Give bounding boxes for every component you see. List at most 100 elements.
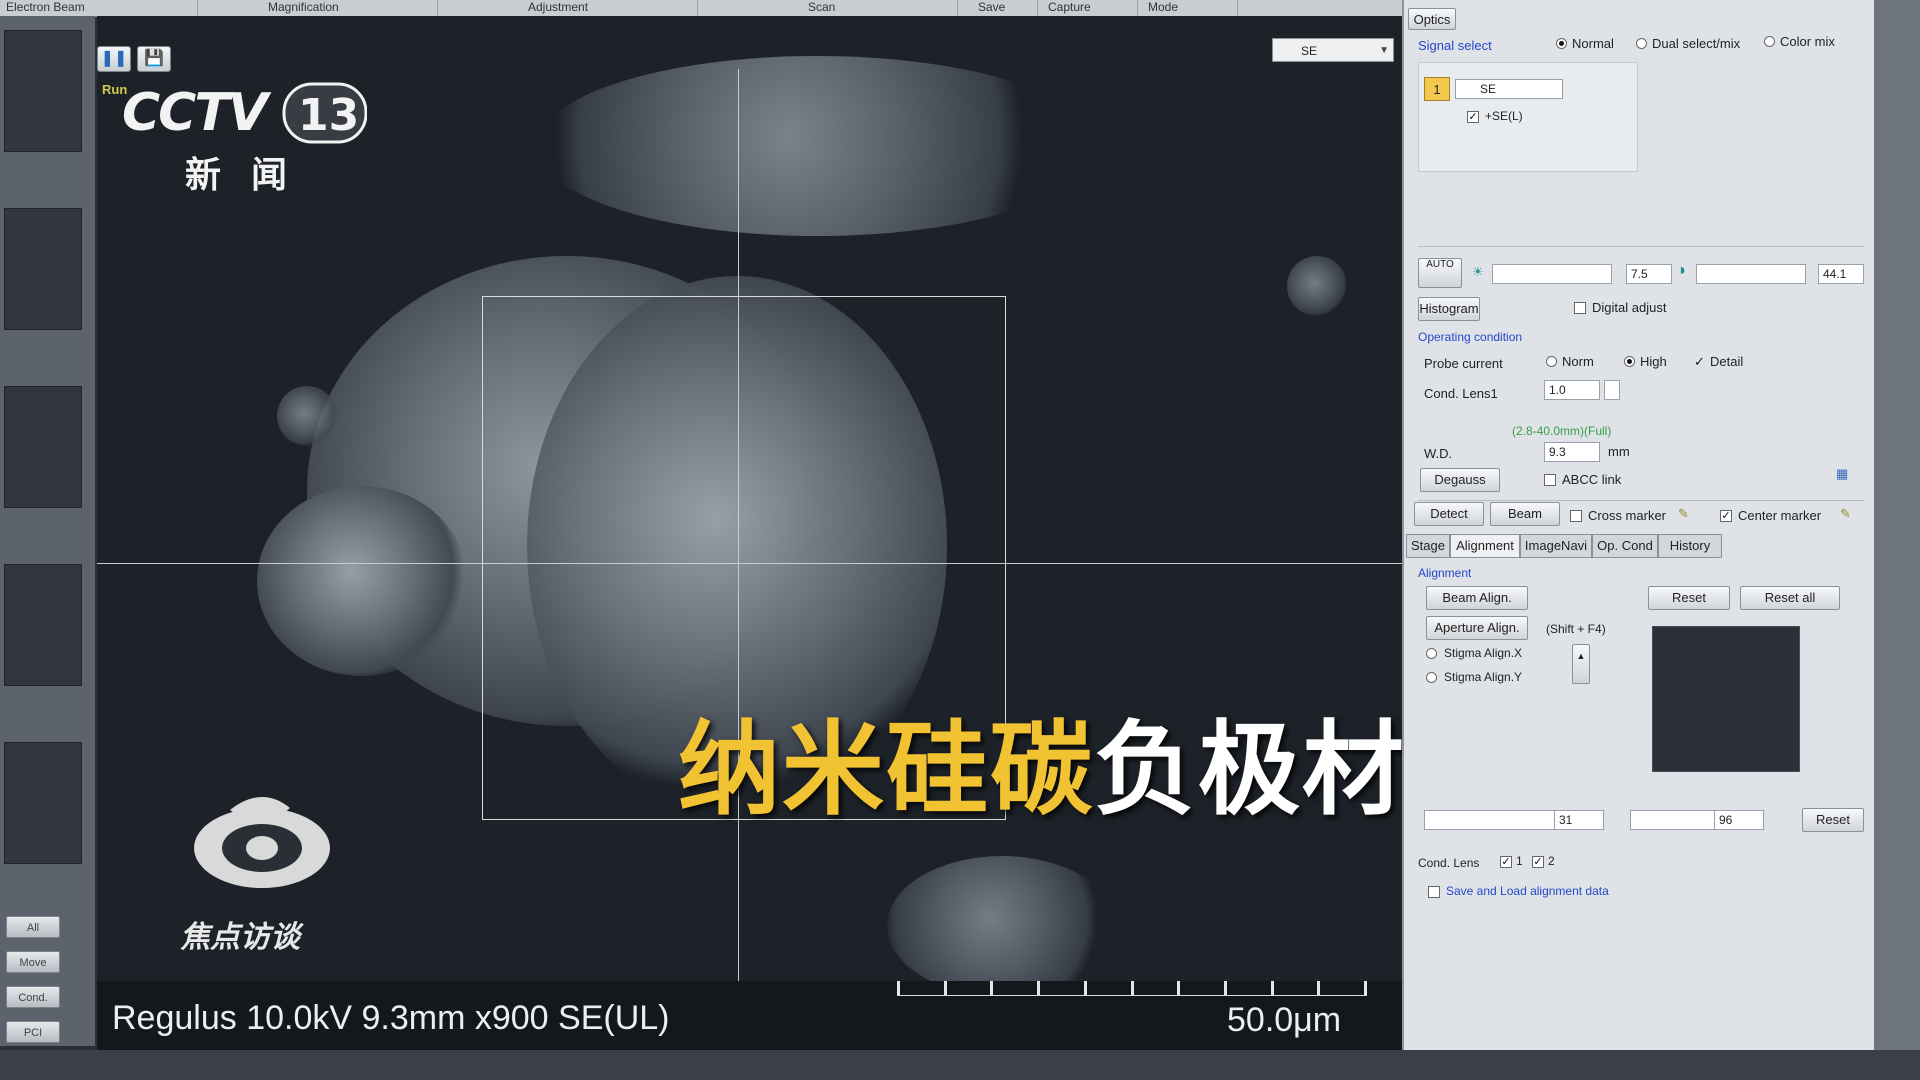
tab-op-cond[interactable]: Op. Cond bbox=[1592, 534, 1658, 558]
tab-optics[interactable]: Optics bbox=[1408, 8, 1456, 30]
histogram-button[interactable]: Histogram bbox=[1418, 297, 1480, 321]
probe-norm-radio[interactable] bbox=[1546, 356, 1557, 367]
menu-electron-beam[interactable]: Electron Beam bbox=[0, 0, 198, 16]
channel-detector-value: SE bbox=[1480, 82, 1497, 96]
stigma-y-label: Stigma Align.Y bbox=[1444, 670, 1523, 684]
probe-current-label: Probe current bbox=[1424, 356, 1503, 371]
cond-lens1-label: Cond. Lens1 bbox=[1424, 386, 1498, 401]
left-thumbnail-strip: All Move Cond. PCI bbox=[0, 16, 95, 1046]
cond-lens-1-checkbox[interactable]: ✓ bbox=[1500, 856, 1512, 868]
pencil-icon[interactable]: ✎ bbox=[1840, 506, 1851, 522]
all-button[interactable]: All bbox=[6, 916, 60, 938]
pause-button[interactable]: ❚❚ bbox=[97, 46, 131, 72]
auto-button[interactable]: AUTO bbox=[1418, 258, 1462, 288]
stigma-x-label: Stigma Align.X bbox=[1444, 646, 1523, 660]
alignment-preview[interactable] bbox=[1652, 626, 1800, 772]
status-strip bbox=[0, 1050, 1920, 1080]
cross-marker-label: Cross marker bbox=[1588, 508, 1667, 523]
menu-save[interactable]: Save bbox=[958, 0, 1038, 16]
scale-tick bbox=[1223, 981, 1227, 995]
cond-lens1-select[interactable]: 1.0 bbox=[1544, 380, 1600, 400]
save-image-button[interactable]: 💾 bbox=[137, 46, 171, 72]
brightness-value[interactable]: 44.1 bbox=[1818, 264, 1864, 284]
brightness-icon: ◑ bbox=[1676, 262, 1686, 279]
radio-normal[interactable] bbox=[1556, 38, 1567, 49]
tab-imagenavi[interactable]: ImageNavi bbox=[1520, 534, 1592, 558]
probe-high-radio[interactable] bbox=[1624, 356, 1635, 367]
x-value[interactable]: 31 bbox=[1554, 810, 1604, 830]
thumbnail-5[interactable] bbox=[4, 742, 82, 864]
scale-tick bbox=[897, 981, 900, 995]
detail-check-icon[interactable]: ✓ bbox=[1694, 354, 1705, 370]
aperture-align-button[interactable]: Aperture Align. bbox=[1426, 616, 1528, 640]
degauss-button[interactable]: Degauss bbox=[1420, 468, 1500, 492]
se-l-checkbox[interactable]: ✓ bbox=[1467, 111, 1479, 123]
divider bbox=[1418, 500, 1864, 501]
menu-mode[interactable]: Mode bbox=[1138, 0, 1238, 16]
scale-label: 50.0μm bbox=[1227, 1001, 1342, 1039]
reset-all-button[interactable]: Reset all bbox=[1740, 586, 1840, 610]
reset2-button[interactable]: Reset bbox=[1802, 808, 1864, 832]
thumbnail-4[interactable] bbox=[4, 564, 82, 686]
scale-tick bbox=[1270, 981, 1274, 995]
channel-box: 1 SE ✓ +SE(L) bbox=[1418, 62, 1638, 172]
y-value[interactable]: 96 bbox=[1714, 810, 1764, 830]
scale-tick bbox=[1130, 981, 1134, 995]
radio-color-mix[interactable] bbox=[1764, 36, 1775, 47]
reset-button[interactable]: Reset bbox=[1648, 586, 1730, 610]
cctv-logo-text: CCTV bbox=[122, 83, 272, 143]
optics-panel: Optics Signal select Normal Dual select/… bbox=[1402, 0, 1876, 1055]
viewer-toolbar: ❚❚ 💾 bbox=[97, 46, 297, 76]
save-load-link[interactable]: Save and Load alignment data bbox=[1446, 884, 1609, 898]
scale-tick bbox=[1083, 981, 1087, 995]
detect-button[interactable]: Detect bbox=[1414, 502, 1484, 526]
tab-stage[interactable]: Stage bbox=[1406, 534, 1450, 558]
center-marker-checkbox[interactable]: ✓ bbox=[1720, 510, 1732, 522]
thumbnail-3[interactable] bbox=[4, 386, 82, 508]
cond-lens1-spinner[interactable] bbox=[1604, 380, 1620, 400]
brightness-slider[interactable] bbox=[1696, 264, 1806, 284]
help-icon[interactable]: ▦ bbox=[1836, 466, 1848, 482]
cond-button[interactable]: Cond. bbox=[6, 986, 60, 1008]
abcc-link-checkbox[interactable] bbox=[1544, 474, 1556, 486]
menu-adjustment[interactable]: Adjustment bbox=[438, 0, 698, 16]
move-button[interactable]: Move bbox=[6, 951, 60, 973]
channel-number-badge[interactable]: 1 bbox=[1424, 77, 1450, 101]
pencil-icon[interactable]: ✎ bbox=[1678, 506, 1689, 522]
chevron-down-icon: ▼ bbox=[1379, 45, 1389, 56]
cond-lens-2-checkbox[interactable]: ✓ bbox=[1532, 856, 1544, 868]
tab-history[interactable]: History bbox=[1658, 534, 1722, 558]
beam-align-button[interactable]: Beam Align. bbox=[1426, 586, 1528, 610]
detector-select[interactable]: SE ▼ bbox=[1272, 38, 1394, 62]
wd-label: W.D. bbox=[1424, 446, 1453, 461]
beam-button[interactable]: Beam bbox=[1490, 502, 1560, 526]
sample-particle-small-right bbox=[1287, 256, 1347, 316]
channel-detector-select[interactable]: SE bbox=[1455, 79, 1563, 99]
thumbnail-2[interactable] bbox=[4, 208, 82, 330]
contrast-value[interactable]: 7.5 bbox=[1626, 264, 1672, 284]
stigma-x-radio[interactable] bbox=[1426, 648, 1437, 659]
wd-unit-label: mm bbox=[1608, 444, 1630, 459]
thumbnail-1[interactable] bbox=[4, 30, 82, 152]
cond-lens-label: Cond. Lens bbox=[1418, 856, 1480, 870]
program-logo-icon bbox=[194, 796, 330, 888]
digital-adjust-checkbox[interactable] bbox=[1574, 302, 1586, 314]
radio-dual-select[interactable] bbox=[1636, 38, 1647, 49]
menu-scan[interactable]: Scan bbox=[698, 0, 958, 16]
chevron-up-icon[interactable]: ▲ bbox=[1572, 644, 1590, 684]
program-name: 焦点访谈 bbox=[180, 920, 300, 955]
menu-capture[interactable]: Capture bbox=[1038, 0, 1138, 16]
sample-particle-top bbox=[537, 56, 1097, 236]
scale-tick bbox=[1177, 981, 1181, 995]
save-load-checkbox[interactable] bbox=[1428, 886, 1440, 898]
stigma-y-radio[interactable] bbox=[1426, 672, 1437, 683]
menu-magnification[interactable]: Magnification bbox=[198, 0, 438, 16]
signal-select-label: Signal select bbox=[1418, 38, 1492, 53]
pci-button[interactable]: PCI bbox=[6, 1021, 60, 1043]
wd-select[interactable]: 9.3 bbox=[1544, 442, 1600, 462]
contrast-slider[interactable] bbox=[1492, 264, 1612, 284]
image-info-text: Regulus 10.0kV 9.3mm x900 SE(UL) bbox=[112, 999, 670, 1037]
digital-adjust-label: Digital adjust bbox=[1592, 300, 1667, 315]
cross-marker-checkbox[interactable] bbox=[1570, 510, 1582, 522]
tab-alignment[interactable]: Alignment bbox=[1450, 534, 1520, 558]
